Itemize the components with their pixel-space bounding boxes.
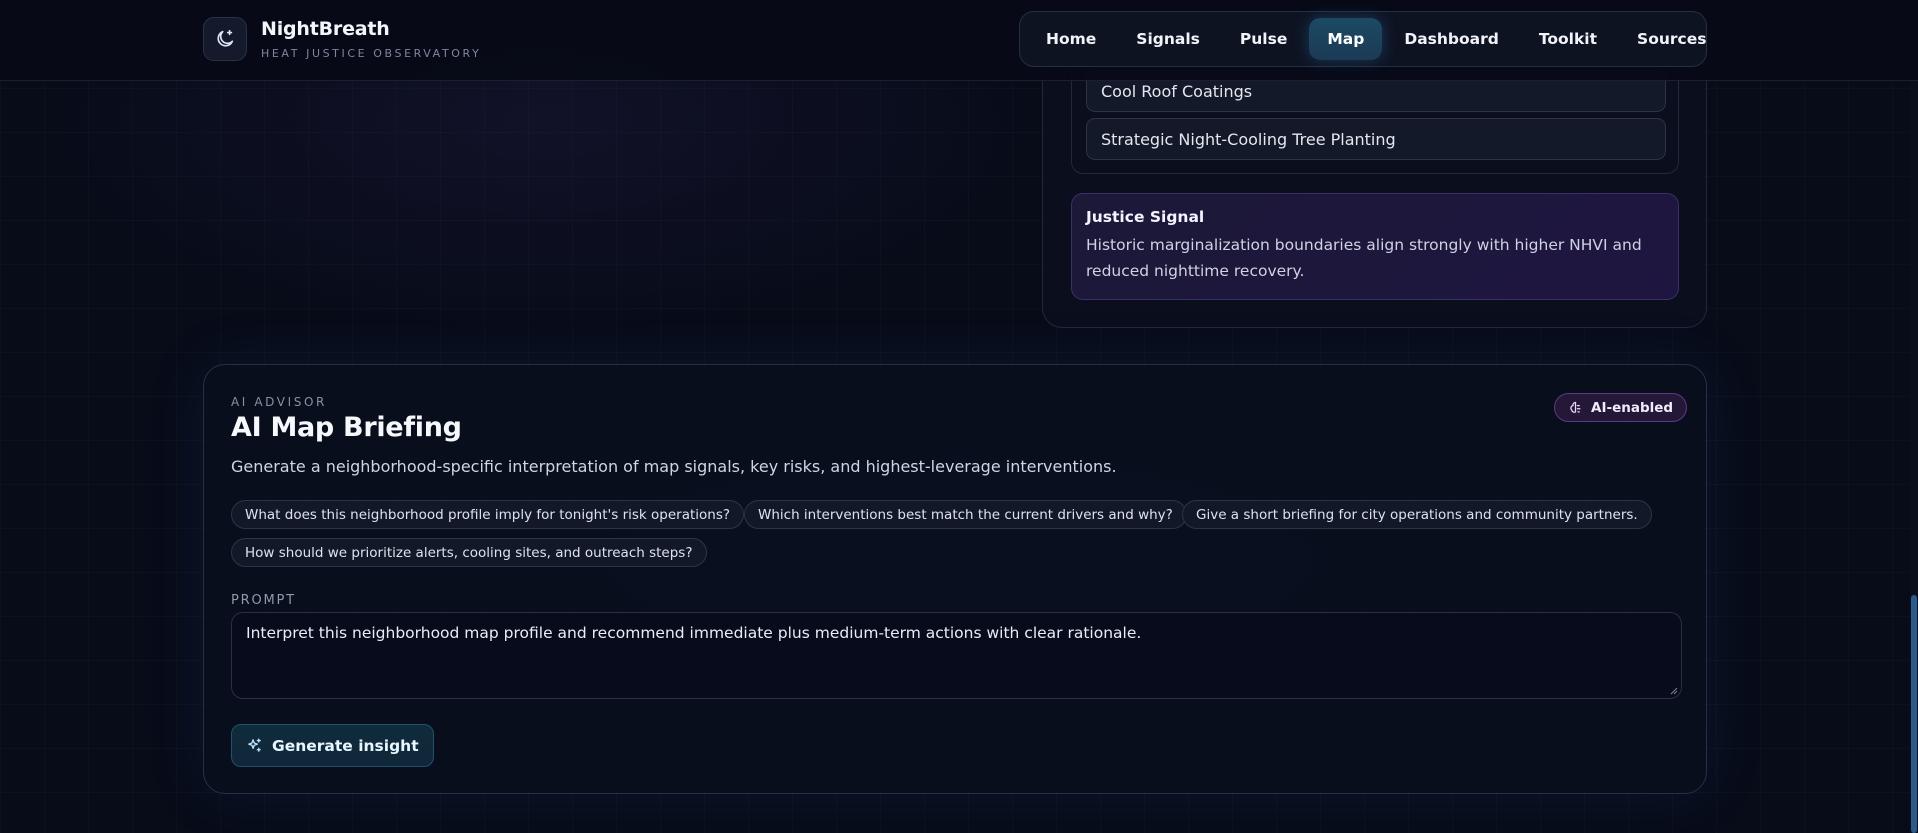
sparkles-icon — [248, 738, 261, 752]
prompt-text: Interpret this neighborhood map profile … — [246, 624, 1142, 642]
suggestion-chip[interactable]: Which interventions best match the curre… — [744, 500, 1187, 529]
resize-handle-icon[interactable] — [1670, 687, 1678, 695]
intervention-item: Strategic Night-Cooling Tree Planting — [1086, 118, 1666, 160]
prompt-label: PROMPT — [231, 593, 296, 608]
prompt-textarea[interactable]: Interpret this neighborhood map profile … — [231, 612, 1682, 699]
generate-insight-label: Generate insight — [272, 736, 419, 755]
nav-item-signals[interactable]: Signals — [1118, 18, 1218, 60]
brand-tagline: HEAT JUSTICE OBSERVATORY — [261, 47, 482, 60]
nav-item-home[interactable]: Home — [1028, 18, 1114, 60]
nav-item-toolkit[interactable]: Toolkit — [1521, 18, 1615, 60]
panel-description: Generate a neighborhood-specific interpr… — [231, 457, 1117, 476]
suggestion-chip[interactable]: Give a short briefing for city operation… — [1182, 500, 1652, 529]
ai-enabled-badge: AI-enabled — [1554, 393, 1688, 422]
ai-brain-icon — [1570, 401, 1581, 413]
ai-map-briefing-panel: AI ADVISOR AI Map Briefing AI-enabled Ge… — [203, 364, 1707, 794]
justice-signal-title: Justice Signal — [1086, 208, 1205, 226]
justice-signal-body: Historic marginalization boundaries alig… — [1086, 236, 1642, 280]
brand[interactable]: NightBreath HEAT JUSTICE OBSERVATORY — [203, 17, 481, 61]
nav-item-dashboard[interactable]: Dashboard — [1386, 18, 1517, 60]
nav-item-sources[interactable]: Sources — [1619, 18, 1724, 60]
nav-item-map[interactable]: Map — [1309, 18, 1383, 60]
brand-name: NightBreath — [261, 18, 390, 40]
justice-signal-callout: Justice Signal Historic marginalization … — [1071, 193, 1679, 300]
main-nav: Home Signals Pulse Map Dashboard Toolkit… — [1019, 11, 1707, 67]
badge-label: AI-enabled — [1591, 399, 1674, 416]
nav-item-pulse[interactable]: Pulse — [1222, 18, 1305, 60]
page-scrollbar-thumb[interactable] — [1911, 595, 1917, 833]
suggestion-chip[interactable]: What does this neighborhood profile impl… — [231, 500, 745, 529]
top-navigation-bar: NightBreath HEAT JUSTICE OBSERVATORY Hom… — [0, 0, 1918, 81]
suggestion-chip[interactable]: How should we prioritize alerts, cooling… — [231, 538, 707, 567]
moon-logo-icon — [203, 17, 247, 61]
neighborhood-detail-card: Cool Roof Coatings Strategic Night-Cooli… — [1042, 40, 1707, 328]
panel-title: AI Map Briefing — [231, 412, 462, 443]
generate-insight-button[interactable]: Generate insight — [231, 724, 434, 767]
section-eyebrow: AI ADVISOR — [231, 395, 327, 409]
